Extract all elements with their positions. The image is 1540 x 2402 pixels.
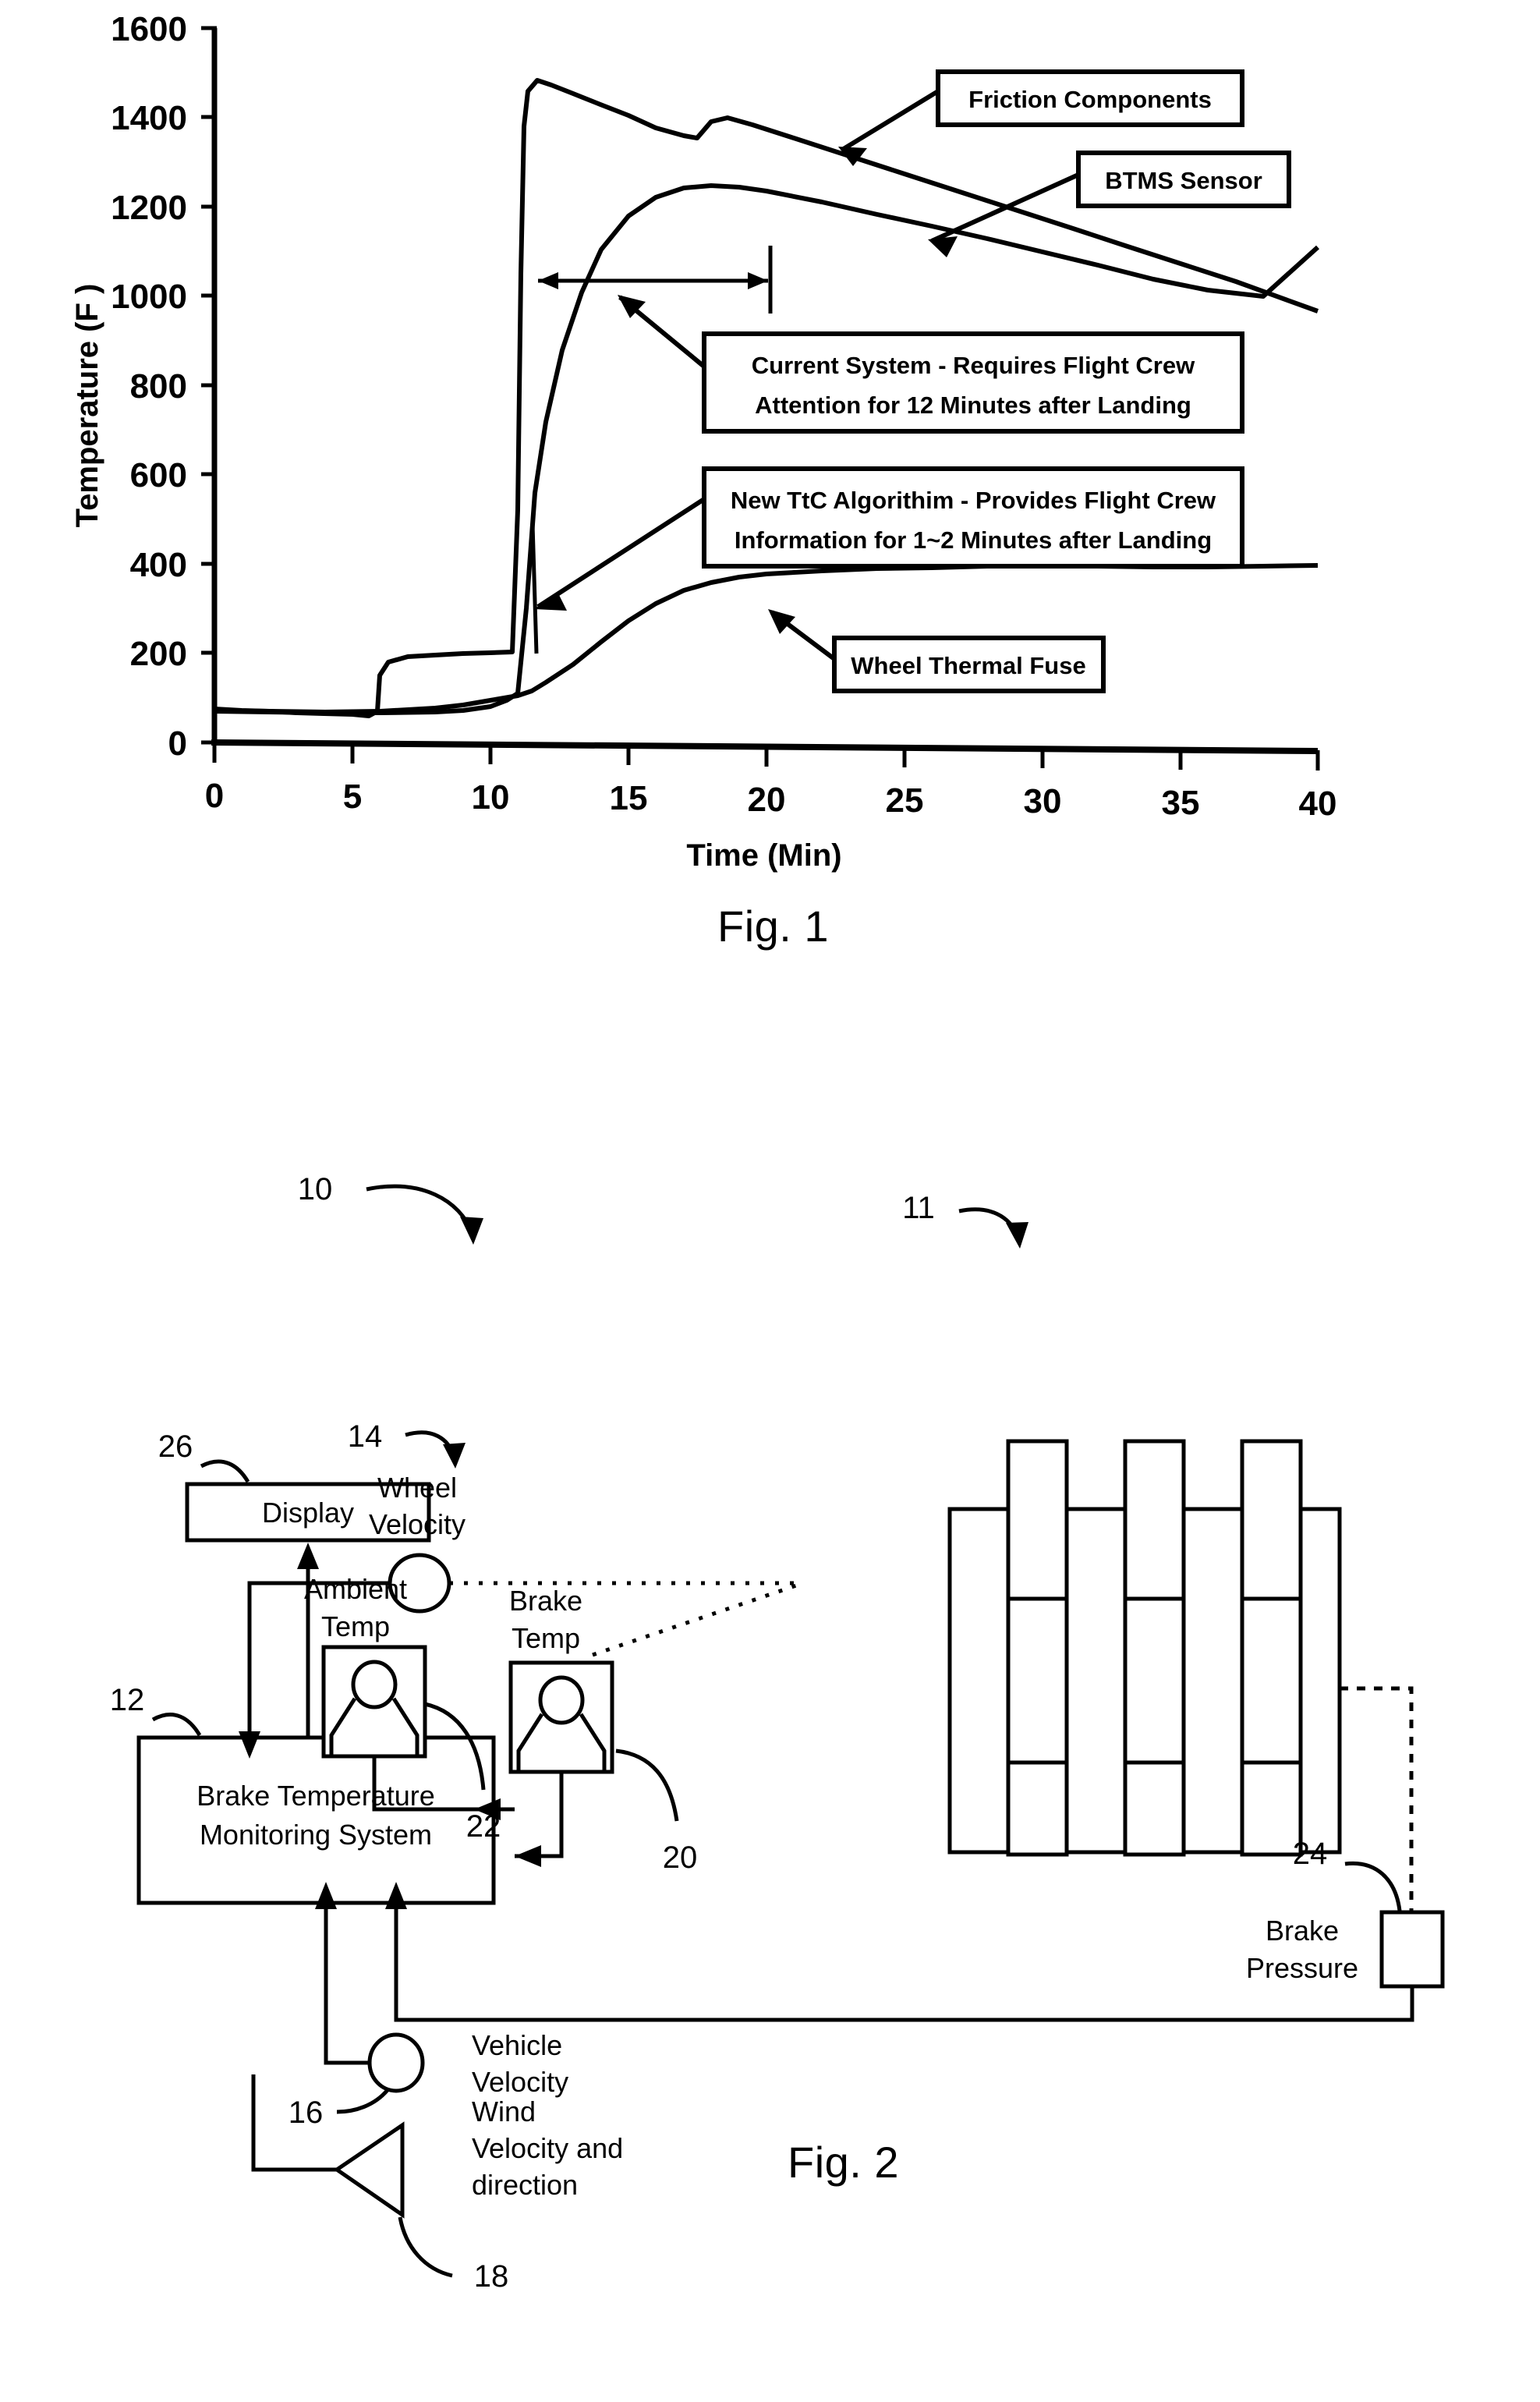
brake-pressure-label-line1: Brake [1266, 1915, 1339, 1947]
brake-pressure-dotted-link [1340, 1686, 1414, 1922]
brake-temp-label-line1: Brake [509, 1585, 582, 1617]
x-tick-labels: 0 5 10 15 20 25 30 35 40 [205, 777, 1337, 823]
wheel-velocity-label-line2: Velocity [369, 1508, 466, 1540]
btms-label-line2: Monitoring System [200, 1819, 432, 1851]
brake-temp-sensor-icon [508, 1660, 614, 1774]
callout-friction-components: Friction Components [936, 69, 1244, 127]
callout-label-new-ttc-line2: Information for 1~2 Minutes after Landin… [735, 526, 1212, 554]
ref-numeral-10: 10 [298, 1172, 333, 1206]
series-btms-sensor [214, 183, 1320, 715]
ref-numeral-11: 11 [902, 1191, 935, 1225]
ref-26-leader [200, 1459, 250, 1483]
y-axis-label: Temperature (F ) [70, 284, 104, 528]
ref-20-leader [615, 1748, 679, 1822]
callout-label-btms-sensor: BTMS Sensor [1105, 167, 1262, 194]
svg-text:1000: 1000 [111, 278, 187, 316]
figure-1: 0 200 400 600 800 1000 1200 1400 1600 0 … [0, 0, 1540, 983]
svg-text:1200: 1200 [111, 189, 187, 227]
ref-12-leader [151, 1713, 202, 1737]
figure-2-svg: 10 11 Display 26 Brake Temperature Monit… [110, 1172, 1445, 2130]
ref-numeral-20: 20 [663, 1840, 698, 1875]
ref-numeral-14: 14 [348, 1419, 383, 1454]
ambient-temp-label-line1: Ambient [304, 1573, 407, 1605]
btms-to-display-arrow [297, 1543, 319, 1738]
figure-1-svg: 0 200 400 600 800 1000 1200 1400 1600 0 … [70, 10, 1337, 873]
svg-text:400: 400 [130, 546, 187, 584]
callout-label-new-ttc-line1: New TtC Algorithim - Provides Flight Cre… [731, 487, 1216, 514]
figure-1-caption: Fig. 1 [717, 902, 830, 951]
ambient-temp-label-line2: Temp [321, 1610, 390, 1642]
y-tick-labels: 0 200 400 600 800 1000 1200 1400 1600 [111, 10, 187, 763]
brake-pressure-label-line2: Pressure [1246, 1952, 1358, 1984]
svg-text:25: 25 [886, 781, 924, 820]
callout-new-ttc-algorithm: New TtC Algorithim - Provides Flight Cre… [702, 466, 1244, 569]
figure-2: 10 11 Display 26 Brake Temperature Monit… [0, 983, 1540, 2294]
ambient-temp-sensor-icon [321, 1645, 427, 1759]
wind-sensor-icon [333, 2121, 405, 2219]
span-measure-arrow [538, 246, 773, 314]
ref-10-leader [366, 1184, 483, 1245]
svg-text:800: 800 [130, 367, 187, 406]
svg-text:40: 40 [1299, 785, 1337, 823]
wind-label-line3: direction [472, 2169, 578, 2201]
vehicle-velocity-wire [315, 1882, 370, 2065]
display-label: Display [262, 1497, 354, 1529]
brake-stack [947, 1439, 1342, 1857]
ref-numeral-22: 22 [466, 1809, 501, 1844]
series-spike-marker [530, 523, 539, 654]
wind-sensor-wire [251, 2074, 337, 2172]
ref-numeral-18: 18 [474, 2259, 509, 2294]
svg-text:20: 20 [748, 781, 786, 819]
wind-label-line1: Wind [472, 2096, 536, 2127]
callout-label-friction-components: Friction Components [968, 86, 1212, 113]
svg-text:15: 15 [610, 779, 648, 817]
svg-text:35: 35 [1162, 784, 1200, 822]
ref-numeral-24: 24 [1293, 1837, 1328, 1871]
ref-18-leader [398, 2216, 453, 2278]
svg-text:1600: 1600 [111, 10, 187, 48]
x-axis-label: Time (Min) [686, 838, 841, 873]
svg-text:10: 10 [472, 778, 510, 817]
callout-label-current-system-line2: Attention for 12 Minutes after Landing [755, 391, 1191, 419]
ref-24-leader [1344, 1861, 1402, 1911]
brake-temp-wire [515, 1772, 564, 1867]
callout-btms-sensor: BTMS Sensor [1076, 151, 1291, 208]
callout-label-current-system-line1: Current System - Requires Flight Crew [752, 352, 1195, 379]
svg-text:30: 30 [1024, 782, 1062, 820]
callout-label-wheel-thermal-fuse: Wheel Thermal Fuse [851, 652, 1085, 679]
figure-2-lower-svg: Wind Velocity and direction 18 [251, 2074, 623, 2294]
figure-2-caption: Fig. 2 [788, 2138, 900, 2187]
brake-pressure-wire [385, 1882, 1414, 2022]
brake-pressure-sensor-icon [1379, 1910, 1445, 1989]
wheel-velocity-label-line1: Wheel [377, 1472, 457, 1504]
wind-label-line2: Velocity and [472, 2132, 623, 2164]
brake-temp-dotted-link [592, 1581, 804, 1657]
ref-numeral-26: 26 [158, 1430, 193, 1464]
callout-current-system: Current System - Requires Flight Crew At… [702, 331, 1244, 434]
ref-numeral-12: 12 [110, 1683, 145, 1717]
svg-text:200: 200 [130, 635, 187, 673]
btms-block: Brake Temperature Monitoring System [136, 1735, 496, 1905]
svg-text:1400: 1400 [111, 99, 187, 137]
ref-14-leader [405, 1430, 466, 1468]
btms-label-line1: Brake Temperature [196, 1780, 435, 1812]
brake-temp-label-line2: Temp [512, 1622, 580, 1654]
ref-11-leader [958, 1207, 1028, 1249]
svg-text:5: 5 [343, 778, 362, 816]
svg-text:600: 600 [130, 456, 187, 494]
svg-text:0: 0 [168, 724, 187, 763]
callout-wheel-thermal-fuse: Wheel Thermal Fuse [832, 636, 1106, 693]
svg-text:0: 0 [205, 777, 224, 815]
vehicle-velocity-label-line1: Vehicle [472, 2029, 562, 2061]
